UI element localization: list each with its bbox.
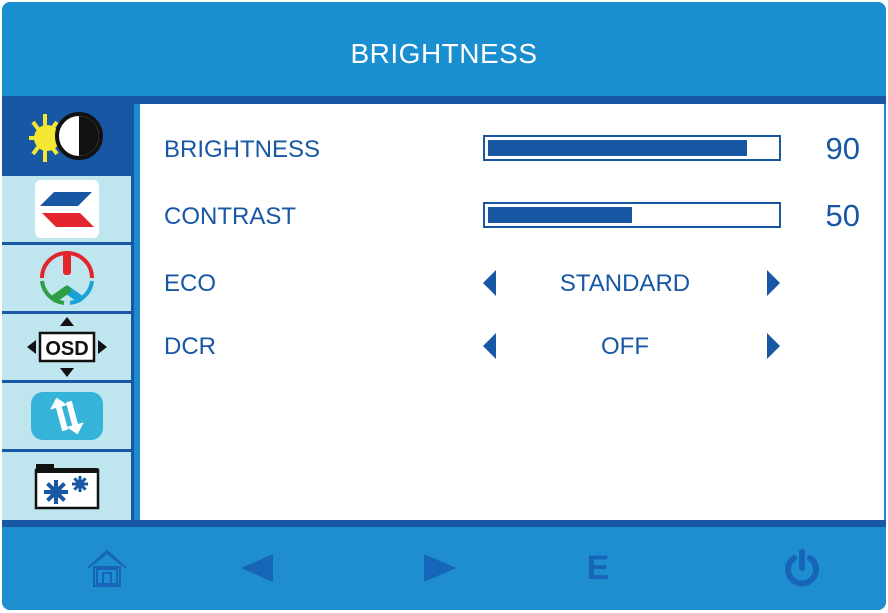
contrast-slider-fill [488, 207, 632, 223]
dcr-value: OFF [601, 333, 649, 360]
eco-next-arrow-icon[interactable] [767, 270, 780, 296]
tab-image[interactable] [2, 176, 131, 242]
tab-misc[interactable] [2, 452, 131, 520]
osd-window: BRIGHTNESS OSD BRIGHTNESS 90 CONTRAST 50… [2, 2, 886, 610]
settings-panel: BRIGHTNESS 90 CONTRAST 50 ECO STANDARD D… [140, 104, 884, 520]
osd-icon-label: OSD [45, 338, 88, 360]
dcr-label: DCR [164, 333, 216, 360]
image-icon [34, 180, 99, 238]
eco-label: ECO [164, 270, 217, 297]
brightness-slider[interactable] [483, 135, 781, 161]
home-button[interactable] [85, 546, 129, 590]
page-title: BRIGHTNESS [350, 38, 538, 69]
brightness-label: BRIGHTNESS [164, 136, 321, 163]
header-divider [2, 96, 886, 104]
power-button[interactable] [780, 546, 824, 590]
osd-icon: OSD [26, 317, 107, 377]
contrast-value: 50 [825, 198, 860, 233]
footer-divider [2, 520, 886, 527]
brightness-contrast-icon [28, 112, 103, 162]
right-button[interactable] [418, 546, 462, 590]
color-icon [39, 251, 94, 305]
contrast-label: CONTRAST [164, 203, 296, 230]
tab-reset[interactable] [2, 383, 131, 449]
tab-color[interactable] [2, 245, 131, 311]
reset-icon [30, 392, 103, 440]
contrast-slider[interactable] [483, 202, 781, 228]
left-button[interactable] [235, 546, 279, 590]
brightness-value: 90 [825, 131, 860, 166]
right-arrow-icon [424, 554, 456, 582]
exit-icon: E [586, 548, 610, 587]
left-arrow-icon [241, 554, 273, 582]
misc-settings-icon [34, 464, 99, 510]
home-icon [87, 549, 127, 587]
eco-prev-arrow-icon[interactable] [483, 270, 496, 296]
dcr-prev-arrow-icon[interactable] [483, 333, 496, 359]
exit-button[interactable]: E [576, 546, 620, 590]
power-icon [785, 549, 819, 587]
tab-osd[interactable]: OSD [2, 314, 131, 380]
tab-brightness[interactable] [2, 104, 131, 172]
dcr-next-arrow-icon[interactable] [767, 333, 780, 359]
header-bar: BRIGHTNESS [2, 2, 886, 96]
sidebar: OSD [2, 104, 134, 520]
eco-value: STANDARD [559, 270, 691, 297]
brightness-slider-fill [488, 140, 747, 156]
